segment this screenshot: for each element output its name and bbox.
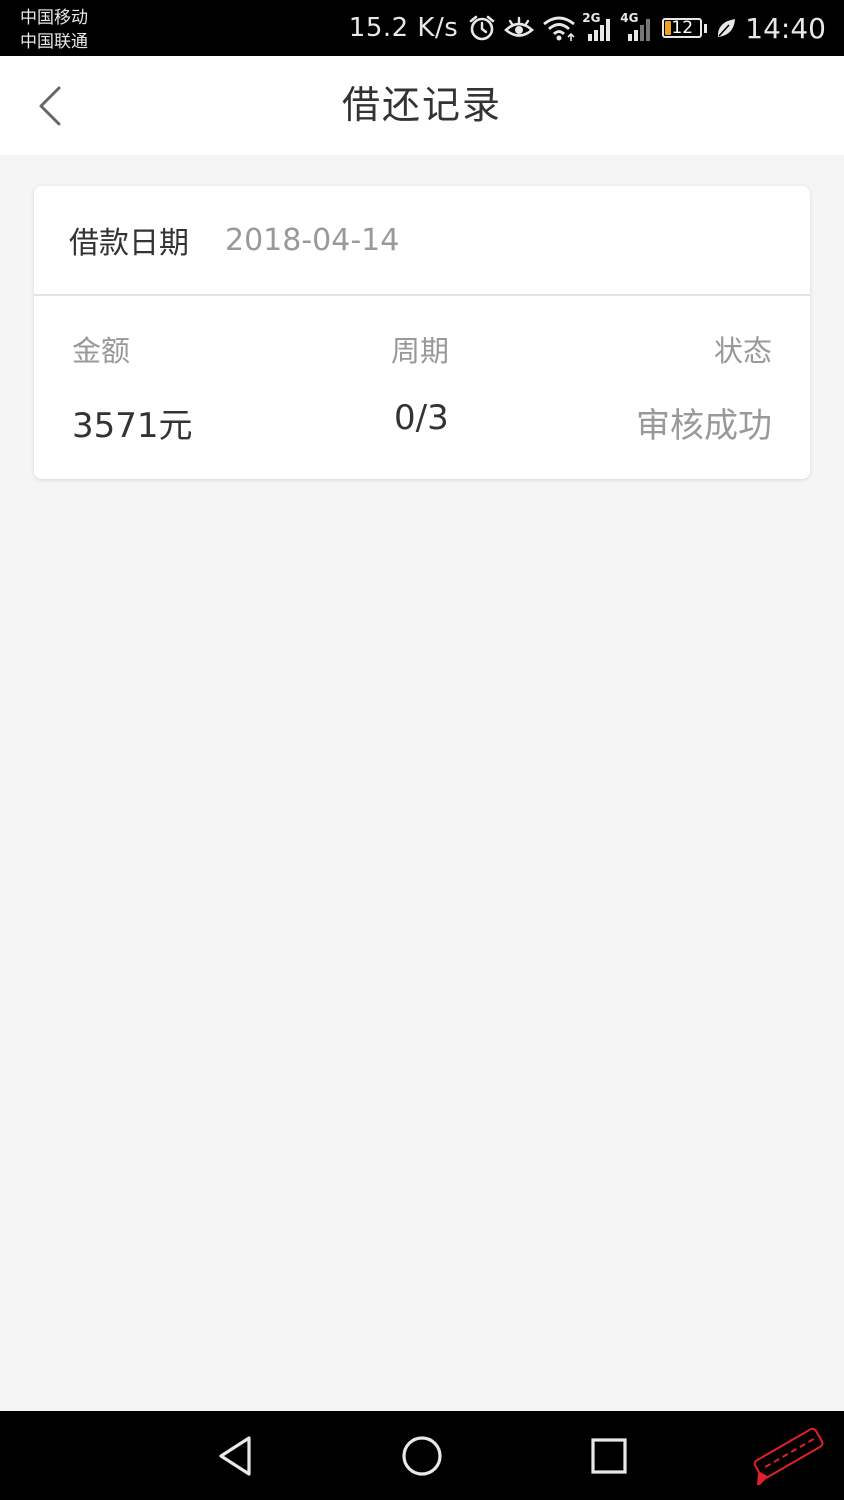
carrier-names: 中国移动 中国联通 (20, 6, 88, 54)
status-bar: 中国移动 中国联通 15.2 K/s 2G 4G 12 14:40 (0, 0, 844, 56)
nav-recents-button[interactable] (586, 1433, 632, 1479)
battery-level-fill (665, 21, 672, 35)
signal-2g-icon: 2G (582, 11, 614, 42)
loan-date-row: 借款日期 2018-04-14 (34, 186, 810, 296)
signal-4g-icon: 4G (620, 11, 654, 42)
amount-label: 金额 (72, 334, 131, 368)
page-title: 借还记录 (341, 83, 502, 127)
leaf-icon (715, 16, 737, 40)
status-icons: 15.2 K/s 2G 4G 12 14:40 (349, 0, 826, 56)
nav-home-button[interactable] (399, 1433, 445, 1479)
amount-value: 3571元 (72, 406, 193, 446)
carrier-1: 中国移动 (20, 8, 88, 28)
carrier-2: 中国联通 (20, 32, 88, 52)
nav-home-icon (402, 1436, 442, 1476)
system-nav-bar (0, 1411, 844, 1500)
watermark-logo (753, 1427, 824, 1485)
alarm-icon (468, 14, 496, 42)
clock: 14:40 (745, 11, 826, 45)
battery-level: 12 (671, 18, 694, 38)
net-speed: 15.2 K/s (348, 13, 459, 43)
battery-icon: 12 (662, 18, 703, 38)
loan-date-value: 2018-04-14 (225, 222, 400, 258)
battery: 12 (662, 18, 703, 38)
nav-back-icon (219, 1436, 251, 1476)
status-label: 状态 (713, 334, 772, 368)
signal-2-label: 4G (620, 11, 639, 25)
period-value: 0/3 (394, 398, 449, 438)
battery-cap (704, 23, 708, 33)
signal-1-label: 2G (582, 11, 601, 25)
eye-comfort-icon (504, 14, 535, 42)
loan-date-label: 借款日期 (69, 226, 189, 261)
app-header: 借还记录 (0, 56, 844, 155)
nav-back-button[interactable] (212, 1433, 258, 1479)
wifi-icon (542, 14, 576, 42)
period-label: 周期 (391, 334, 450, 368)
nav-recents-icon (591, 1438, 627, 1474)
status-value: 审核成功 (636, 406, 772, 446)
